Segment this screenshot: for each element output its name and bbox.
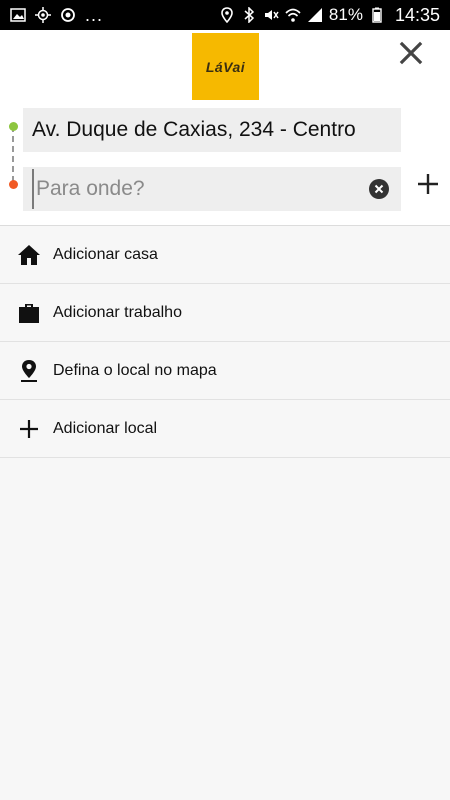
origin-dot-icon: [9, 122, 18, 131]
route-header: LáVai Av. Duque de Caxias, 234 - Centro: [0, 30, 450, 226]
logo-text: LáVai: [205, 58, 246, 75]
origin-field[interactable]: Av. Duque de Caxias, 234 - Centro: [23, 108, 401, 152]
plus-icon: [418, 174, 438, 194]
battery-level: 81%: [328, 5, 363, 24]
briefcase-icon: [18, 303, 39, 323]
list-item-add-work[interactable]: Adicionar trabalho: [0, 284, 450, 342]
location-icon: [221, 7, 233, 23]
list-item-set-on-map[interactable]: Defina o local no mapa: [0, 342, 450, 400]
home-icon: [17, 244, 40, 265]
clear-destination-button[interactable]: [369, 179, 389, 199]
route-connector: [12, 126, 14, 182]
plus-icon: [19, 419, 38, 438]
list-item-label: Adicionar casa: [53, 245, 158, 263]
list-item-add-place[interactable]: Adicionar local: [0, 400, 450, 458]
status-bar-system: 81% 14:35: [219, 5, 440, 26]
list-item-label: Adicionar local: [53, 419, 158, 437]
more-notifications: ...: [85, 4, 104, 25]
status-bar: ... 81% 14:35: [0, 0, 450, 30]
clear-icon: [374, 184, 384, 194]
destination-input[interactable]: [32, 169, 352, 209]
map-pin-icon: [20, 359, 37, 382]
list-item-add-home[interactable]: Adicionar casa: [0, 226, 450, 284]
bluetooth-icon: [244, 7, 255, 23]
shortcut-list: Adicionar casa Adicionar trabalho Defina…: [0, 226, 450, 458]
wifi-icon: [285, 8, 301, 22]
origin-address: Av. Duque de Caxias, 234 - Centro: [32, 118, 356, 141]
list-item-label: Adicionar trabalho: [53, 303, 182, 321]
signal-icon: [307, 8, 322, 22]
gps-icon: [35, 7, 51, 23]
destination-field[interactable]: [23, 167, 401, 211]
sync-icon: [61, 8, 75, 22]
clock: 14:35: [394, 4, 440, 25]
status-bar-notifications: ...: [10, 5, 103, 26]
list-item-label: Defina o local no mapa: [53, 361, 217, 379]
battery-icon: [372, 7, 382, 23]
add-stop-button[interactable]: [414, 170, 442, 198]
close-icon: [399, 41, 423, 65]
destination-dot-icon: [9, 180, 18, 189]
close-button[interactable]: [396, 38, 426, 68]
app-logo: LáVai: [192, 33, 259, 100]
image-icon: [10, 8, 26, 22]
mute-icon: [264, 10, 279, 20]
